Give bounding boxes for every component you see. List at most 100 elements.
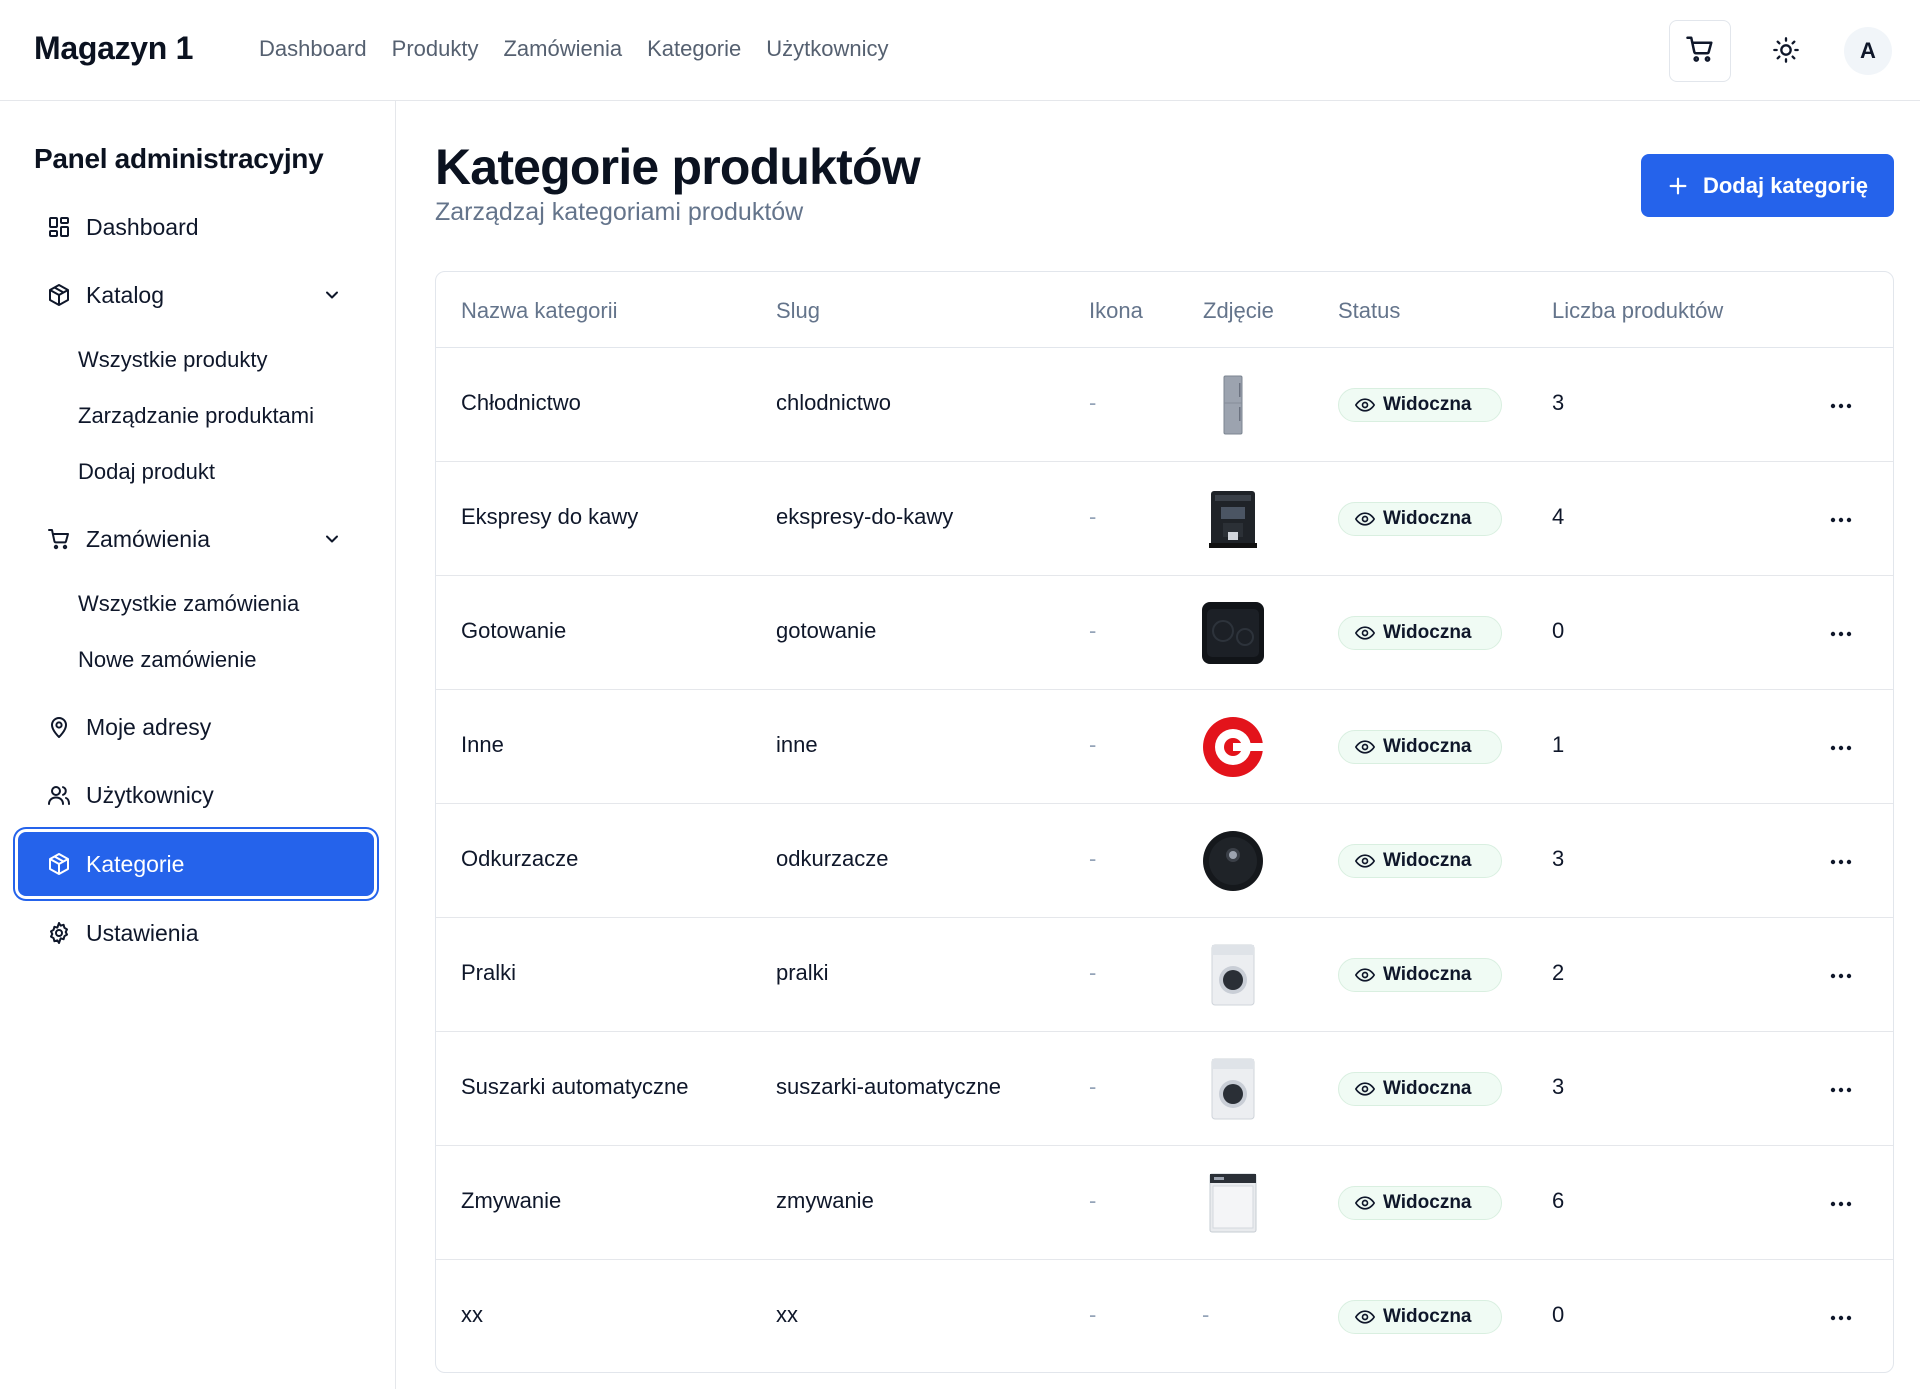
table-row[interactable]: xx xx - - Widoczna 0	[436, 1260, 1893, 1372]
sidebar-item-kategorie[interactable]: Kategorie	[18, 832, 374, 896]
header-slug[interactable]: Slug	[776, 298, 820, 324]
more-actions-button[interactable]	[1821, 1183, 1861, 1223]
product-count: 2	[1552, 960, 1565, 985]
sidebar-subitem-zarzadzanie-produktami[interactable]: Zarządzanie produktami	[78, 403, 314, 429]
top-nav-kategorie[interactable]: Kategorie	[647, 36, 741, 62]
eye-icon	[1355, 398, 1375, 412]
category-slug: gotowanie	[776, 618, 877, 643]
category-image-value: -	[1202, 1302, 1210, 1327]
add-category-label: Dodaj kategorię	[1702, 172, 1869, 198]
status-badge: Widoczna	[1338, 388, 1502, 422]
category-name: Ekspresy do kawy	[461, 504, 639, 529]
more-actions-button[interactable]	[1821, 385, 1861, 425]
eye-icon	[1355, 512, 1375, 526]
category-slug: pralki	[776, 960, 829, 985]
eye-icon	[1355, 1082, 1375, 1096]
theme-toggle-button[interactable]	[1756, 22, 1816, 82]
chevron-down-icon[interactable]	[320, 527, 344, 551]
more-actions-button[interactable]	[1821, 955, 1861, 995]
eye-icon	[1355, 626, 1375, 640]
top-nav-uzytkownicy[interactable]: Użytkownicy	[766, 36, 888, 62]
table-row[interactable]: Gotowanie gotowanie - Widoczna 0	[436, 576, 1893, 690]
package-icon	[46, 282, 72, 308]
more-icon	[1830, 624, 1852, 642]
header-image[interactable]: Zdjęcie	[1203, 298, 1274, 324]
top-nav-dashboard[interactable]: Dashboard	[259, 36, 367, 62]
more-actions-button[interactable]	[1821, 727, 1861, 767]
coffee-machine-image	[1201, 487, 1265, 551]
header-count[interactable]: Liczba produktów	[1552, 298, 1723, 324]
sidebar-item-katalog[interactable]: Katalog	[18, 263, 374, 327]
brand-logo[interactable]: Magazyn 1	[34, 30, 193, 67]
sidebar-title: Panel administracyjny	[34, 143, 324, 174]
top-nav: Dashboard Produkty Zamówienia Kategorie …	[259, 36, 889, 62]
category-slug: xx	[776, 1302, 798, 1327]
status-badge: Widoczna	[1338, 1300, 1502, 1334]
status-text: Widoczna	[1383, 964, 1472, 985]
eye-icon	[1355, 854, 1375, 868]
more-actions-button[interactable]	[1821, 613, 1861, 653]
category-slug: suszarki-automatyczne	[776, 1074, 1001, 1099]
sidebar-item-zamowienia[interactable]: Zamówienia	[18, 507, 374, 571]
dashboard-icon	[46, 214, 72, 240]
washing-machine-image	[1201, 943, 1265, 1007]
table-row[interactable]: Ekspresy do kawy ekspresy-do-kawy - Wido…	[436, 462, 1893, 576]
sidebar-subitem-wszystkie-zamowienia[interactable]: Wszystkie zamówienia	[78, 591, 299, 617]
product-count: 4	[1552, 504, 1565, 529]
table-row[interactable]: Pralki pralki - Widoczna 2	[436, 918, 1893, 1032]
chevron-down-icon[interactable]	[320, 283, 344, 307]
header-name[interactable]: Nazwa kategorii	[461, 298, 618, 324]
category-icon-value: -	[1089, 390, 1097, 415]
gear-icon	[46, 920, 72, 946]
eye-icon	[1355, 740, 1375, 754]
more-actions-button[interactable]	[1821, 1069, 1861, 1109]
cart-button[interactable]	[1669, 20, 1731, 82]
top-nav-zamowienia[interactable]: Zamówienia	[503, 36, 622, 62]
table-row[interactable]: Suszarki automatyczne suszarki-automatyc…	[436, 1032, 1893, 1146]
product-count: 1	[1552, 732, 1565, 757]
header-icon[interactable]: Ikona	[1089, 298, 1143, 324]
map-pin-icon	[46, 714, 72, 740]
sidebar-item-uzytkownicy[interactable]: Użytkownicy	[18, 763, 374, 827]
table-row[interactable]: Inne inne - Widoczna 1	[436, 690, 1893, 804]
robot-vacuum-image	[1201, 829, 1265, 893]
table-row[interactable]: Chłodnictwo chlodnictwo - Widoczna 3	[436, 348, 1893, 462]
status-text: Widoczna	[1383, 394, 1472, 415]
more-actions-button[interactable]	[1821, 499, 1861, 539]
add-category-button[interactable]: Dodaj kategorię	[1641, 154, 1894, 217]
category-name: Suszarki automatyczne	[461, 1074, 689, 1099]
fridge-image	[1201, 373, 1265, 437]
category-icon-value: -	[1089, 960, 1097, 985]
more-icon	[1830, 1194, 1852, 1212]
categories-table: Nazwa kategorii Slug Ikona Zdjęcie Statu…	[435, 271, 1894, 1373]
sidebar-subitem-nowe-zamowienie[interactable]: Nowe zamówienie	[78, 647, 257, 673]
eye-icon	[1355, 968, 1375, 982]
avatar[interactable]: A	[1844, 27, 1892, 75]
status-text: Widoczna	[1383, 622, 1472, 643]
more-actions-button[interactable]	[1821, 1297, 1861, 1337]
status-badge: Widoczna	[1338, 1072, 1502, 1106]
more-icon	[1830, 738, 1852, 756]
status-text: Widoczna	[1383, 736, 1472, 757]
category-icon-value: -	[1089, 846, 1097, 871]
sidebar-item-ustawienia[interactable]: Ustawienia	[18, 901, 374, 965]
sidebar-subitem-dodaj-produkt[interactable]: Dodaj produkt	[78, 459, 215, 485]
category-name: Gotowanie	[461, 618, 567, 643]
sidebar-item-label: Zamówienia	[86, 525, 210, 552]
sidebar-item-moje-adresy[interactable]: Moje adresy	[18, 695, 374, 759]
sidebar-item-label: Moje adresy	[86, 713, 212, 740]
eye-icon	[1355, 1310, 1375, 1324]
table-row[interactable]: Zmywanie zmywanie - Widoczna 6	[436, 1146, 1893, 1260]
top-nav-produkty[interactable]: Produkty	[392, 36, 479, 62]
sidebar-item-dashboard[interactable]: Dashboard	[18, 195, 374, 259]
plus-icon	[1667, 175, 1689, 197]
sidebar-item-label: Użytkownicy	[86, 781, 214, 808]
more-actions-button[interactable]	[1821, 841, 1861, 881]
category-icon-value: -	[1089, 504, 1097, 529]
product-count: 3	[1552, 1074, 1565, 1099]
product-count: 3	[1552, 390, 1565, 415]
category-name: Zmywanie	[461, 1188, 562, 1213]
table-row[interactable]: Odkurzacze odkurzacze - Widoczna 3	[436, 804, 1893, 918]
header-status[interactable]: Status	[1338, 298, 1400, 324]
sidebar-subitem-wszystkie-produkty[interactable]: Wszystkie produkty	[78, 347, 268, 373]
